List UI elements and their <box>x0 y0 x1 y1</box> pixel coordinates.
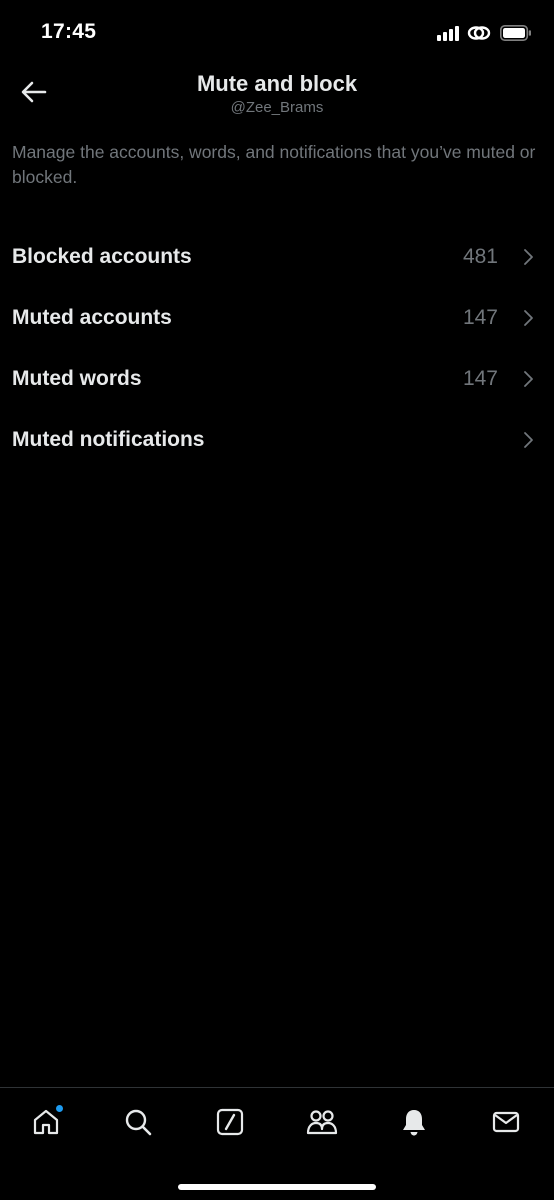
menu-item-muted-accounts[interactable]: Muted accounts 147 <box>0 287 554 348</box>
notifications-icon <box>399 1107 429 1142</box>
nav-communities[interactable] <box>300 1102 344 1146</box>
status-bar: 17:45 <box>0 0 554 60</box>
bottom-nav <box>0 1087 554 1200</box>
menu-list: Blocked accounts 481 Muted accounts 147 … <box>0 226 554 470</box>
menu-item-blocked-accounts[interactable]: Blocked accounts 481 <box>0 226 554 287</box>
cellular-signal-icon <box>437 25 459 41</box>
chevron-right-icon <box>518 247 538 267</box>
menu-item-label: Muted words <box>12 366 142 390</box>
home-indicator[interactable] <box>178 1184 376 1190</box>
bottom-nav-items <box>0 1102 554 1146</box>
menu-item-muted-words[interactable]: Muted words 147 <box>0 348 554 409</box>
menu-item-label: Muted accounts <box>12 305 172 329</box>
nav-notifications[interactable] <box>392 1102 436 1146</box>
page-title: Mute and block <box>196 71 358 96</box>
nav-home[interactable] <box>24 1102 68 1146</box>
home-notification-dot <box>56 1105 63 1112</box>
nav-grok[interactable] <box>208 1102 252 1146</box>
menu-item-count: 147 <box>462 305 498 329</box>
menu-item-count: 147 <box>462 366 498 390</box>
messages-icon <box>491 1107 521 1142</box>
nav-search[interactable] <box>116 1102 160 1146</box>
menu-item-label: Blocked accounts <box>12 244 192 268</box>
grok-icon <box>215 1107 245 1142</box>
nav-messages[interactable] <box>484 1102 528 1146</box>
header: Mute and block @Zee_Brams <box>0 60 554 130</box>
status-icons <box>437 22 532 44</box>
chevron-right-icon <box>518 369 538 389</box>
home-icon <box>31 1107 61 1142</box>
page-description: Manage the accounts, words, and notifica… <box>12 142 536 187</box>
link-icon <box>467 24 491 42</box>
search-icon <box>123 1107 153 1142</box>
menu-item-muted-notifications[interactable]: Muted notifications <box>0 409 554 470</box>
page-subtitle: @Zee_Brams <box>230 99 324 116</box>
chevron-right-icon <box>518 430 538 450</box>
title-block: Mute and block @Zee_Brams <box>0 70 554 118</box>
menu-item-count: 481 <box>462 244 498 268</box>
battery-icon <box>500 25 532 41</box>
status-time: 17:45 <box>41 20 97 43</box>
menu-item-label: Muted notifications <box>12 427 205 451</box>
chevron-right-icon <box>518 308 538 328</box>
communities-icon <box>305 1107 339 1142</box>
